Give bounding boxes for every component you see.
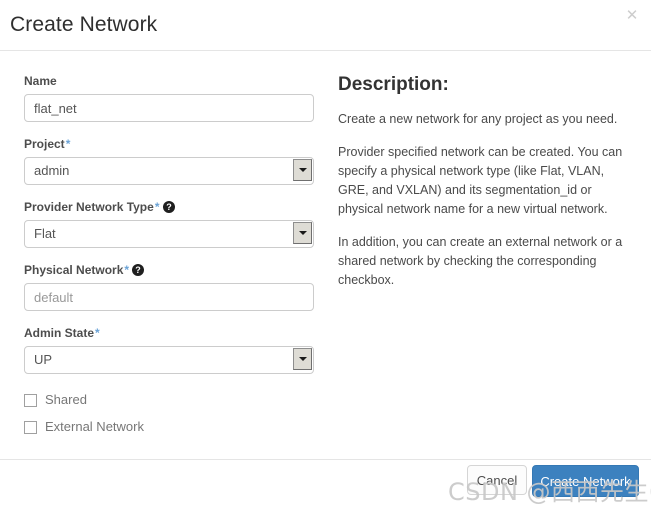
required-marker: * bbox=[65, 137, 71, 151]
help-circle-icon[interactable]: ? bbox=[162, 201, 175, 213]
field-admin-state-label: Admin State* bbox=[24, 326, 100, 340]
checkbox-external-network-label[interactable]: External Network bbox=[45, 419, 144, 435]
admin-state-select[interactable]: UP bbox=[24, 346, 314, 374]
chevron-down-icon[interactable] bbox=[293, 348, 312, 370]
chevron-down-icon[interactable] bbox=[293, 222, 312, 244]
field-physical-network-label: Physical Network*? bbox=[24, 262, 314, 278]
cancel-button[interactable]: Cancel bbox=[467, 465, 527, 495]
description-heading: Description: bbox=[338, 74, 449, 95]
checkbox-shared-box[interactable] bbox=[24, 393, 37, 407]
checkbox-external-network-box[interactable] bbox=[24, 420, 37, 434]
network-form: Name Project* admin Provider Network Typ… bbox=[24, 73, 314, 446]
page-title: Create Network bbox=[10, 13, 158, 36]
field-name-label: Name bbox=[24, 74, 57, 88]
checkbox-shared-label[interactable]: Shared bbox=[45, 392, 87, 408]
description-paragraph: Provider specified network can be create… bbox=[338, 145, 623, 216]
dialog-body: Name Project* admin Provider Network Typ… bbox=[0, 51, 651, 459]
physical-network-input[interactable] bbox=[24, 283, 314, 311]
admin-state-select-box[interactable] bbox=[24, 346, 314, 374]
project-select[interactable]: admin bbox=[24, 157, 314, 185]
dialog-footer: Cancel Create Network bbox=[0, 459, 651, 514]
checkbox-shared[interactable]: Shared bbox=[24, 392, 314, 408]
project-select-value: admin bbox=[34, 163, 70, 178]
svg-text:?: ? bbox=[166, 202, 172, 212]
provider-network-type-value: Flat bbox=[34, 226, 56, 241]
help-circle-icon[interactable]: ? bbox=[132, 264, 145, 276]
provider-network-type-select[interactable]: Flat bbox=[24, 220, 314, 248]
field-provider-network-type: Provider Network Type*? Flat bbox=[24, 199, 314, 248]
description-paragraph: In addition, you can create an external … bbox=[338, 235, 623, 287]
description-panel: Description: Create a new network for an… bbox=[338, 73, 628, 304]
field-admin-state: Admin State* UP bbox=[24, 325, 314, 374]
field-project: Project* admin bbox=[24, 136, 314, 185]
field-project-label: Project* bbox=[24, 137, 71, 151]
svg-text:?: ? bbox=[135, 265, 141, 275]
description-paragraph: Create a new network for any project as … bbox=[338, 112, 618, 126]
close-icon[interactable]: ✕ bbox=[624, 8, 640, 24]
dialog-header: Create Network ✕ bbox=[0, 0, 651, 51]
create-network-dialog: Create Network ✕ Name Project* admin bbox=[0, 0, 651, 514]
provider-network-type-select-box[interactable] bbox=[24, 220, 314, 248]
checkbox-external-network[interactable]: External Network bbox=[24, 419, 314, 435]
required-marker: * bbox=[95, 326, 100, 340]
field-name: Name bbox=[24, 73, 314, 122]
name-input[interactable] bbox=[24, 94, 314, 122]
admin-state-value: UP bbox=[34, 352, 53, 367]
required-marker: * bbox=[154, 200, 160, 214]
create-network-button[interactable]: Create Network bbox=[532, 465, 639, 497]
chevron-down-icon[interactable] bbox=[293, 159, 312, 181]
required-marker: * bbox=[124, 263, 130, 277]
field-physical-network: Physical Network*? bbox=[24, 262, 314, 311]
field-provider-network-type-label: Provider Network Type*? bbox=[24, 199, 314, 215]
